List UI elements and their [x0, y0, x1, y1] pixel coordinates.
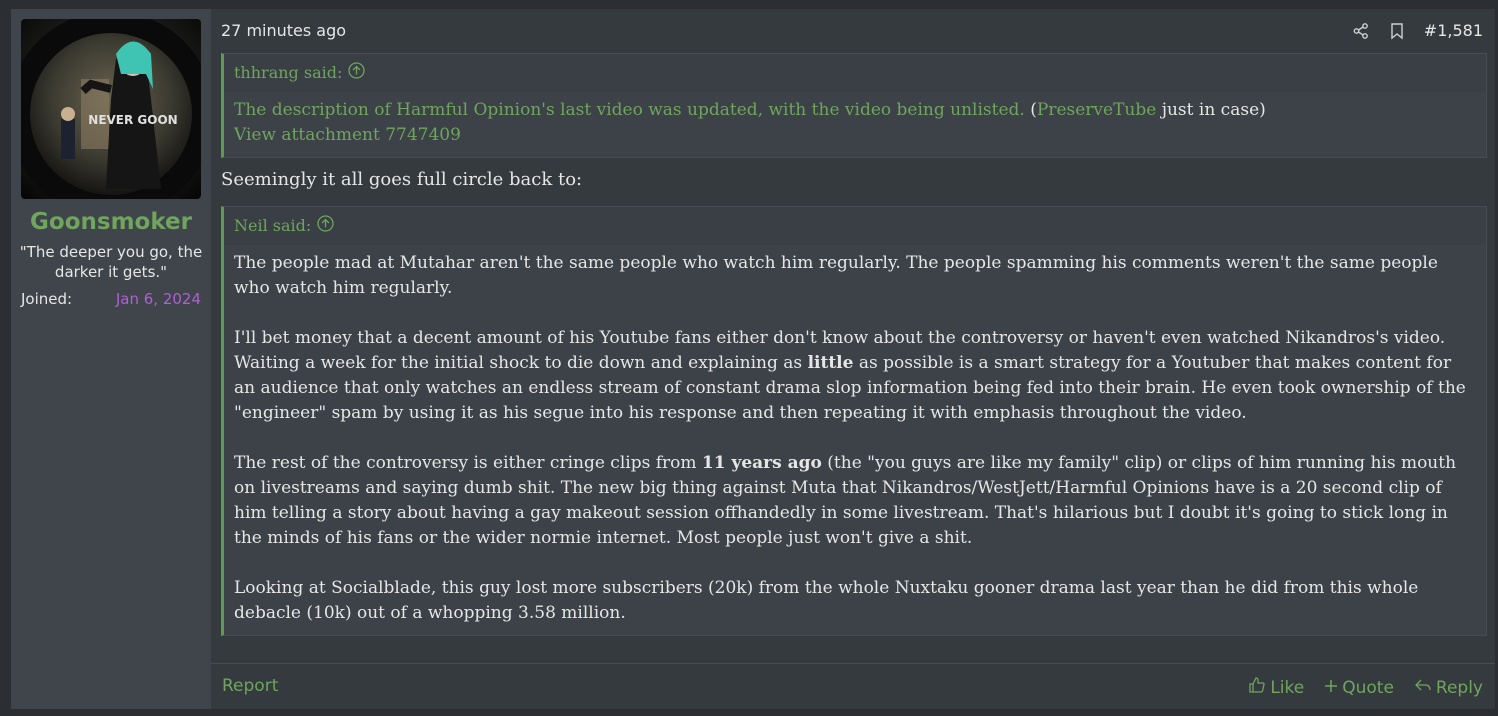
quote-paragraph: The rest of the controversy is either cr…: [234, 451, 1472, 551]
share-icon[interactable]: [1352, 22, 1370, 40]
bold-text: little: [807, 353, 854, 373]
report-link[interactable]: Report: [222, 676, 278, 696]
joined-label: Joined:: [21, 290, 73, 308]
preservetube-link[interactable]: PreserveTube: [1037, 100, 1156, 120]
thumbs-up-icon: [1248, 676, 1266, 699]
quote-tail: just in case): [1156, 100, 1266, 120]
bold-text: 11 years ago: [701, 453, 822, 473]
post-main: 27 minutes ago #1,581 thhrang said: The …: [211, 9, 1495, 709]
user-sidebar: NEVER GOON Goonsmoker "The deeper you go…: [11, 9, 211, 709]
plus-icon: [1324, 678, 1338, 698]
post-time[interactable]: 27 minutes ago: [221, 21, 346, 40]
quote-header[interactable]: Neil said:: [224, 207, 1486, 245]
joined-date: Jan 6, 2024: [115, 290, 201, 308]
post-actions: Like Quote Reply: [1248, 676, 1483, 699]
post-number[interactable]: #1,581: [1424, 21, 1483, 40]
bookmark-icon[interactable]: [1388, 22, 1406, 40]
quote-author[interactable]: thhrang said:: [234, 63, 342, 82]
post-text: Seemingly it all goes full circle back t…: [221, 169, 583, 190]
attachment-link[interactable]: View attachment 7747409: [234, 123, 1472, 148]
arrow-up-circle-icon[interactable]: [348, 55, 366, 93]
avatar-image: NEVER GOON: [21, 19, 201, 199]
quote-paragraph: Looking at Socialblade, this guy lost mo…: [234, 578, 1419, 623]
quote-text: The description of Harmful Opinion's las…: [234, 100, 1025, 120]
quote-paragraph: I'll bet money that a decent amount of h…: [234, 326, 1472, 426]
quote-paragraph: The people mad at Mutahar aren't the sam…: [234, 253, 1438, 298]
quote-body: The description of Harmful Opinion's las…: [224, 92, 1486, 160]
arrow-up-circle-icon[interactable]: [317, 208, 334, 246]
like-label: Like: [1270, 677, 1305, 698]
reply-label: Reply: [1435, 677, 1483, 698]
forum-post: NEVER GOON Goonsmoker "The deeper you go…: [10, 8, 1496, 710]
reply-arrow-icon: [1414, 676, 1432, 699]
reply-button[interactable]: Reply: [1414, 676, 1483, 699]
quote-block-1: thhrang said: The description of Harmful…: [221, 53, 1487, 158]
quote-button[interactable]: Quote: [1324, 676, 1394, 699]
post-footer: Report Like Quote Reply: [211, 663, 1495, 710]
user-title: "The deeper you go, the darker it gets.": [19, 243, 203, 281]
quote-author[interactable]: Neil said:: [234, 216, 311, 235]
username[interactable]: Goonsmoker: [11, 209, 211, 235]
post-header-actions: #1,581: [1352, 21, 1483, 40]
quote-header[interactable]: thhrang said:: [224, 54, 1486, 92]
quote-label: Quote: [1342, 677, 1394, 698]
quote-body: The people mad at Mutahar aren't the sam…: [224, 245, 1486, 638]
avatar[interactable]: NEVER GOON: [21, 19, 201, 199]
quote-paren: (: [1024, 100, 1037, 120]
avatar-shirt-text: NEVER GOON: [88, 113, 177, 127]
like-button[interactable]: Like: [1248, 676, 1304, 699]
quote-block-2: Neil said: The people mad at Mutahar are…: [221, 206, 1487, 636]
text-span: The rest of the controversy is either cr…: [234, 453, 702, 473]
